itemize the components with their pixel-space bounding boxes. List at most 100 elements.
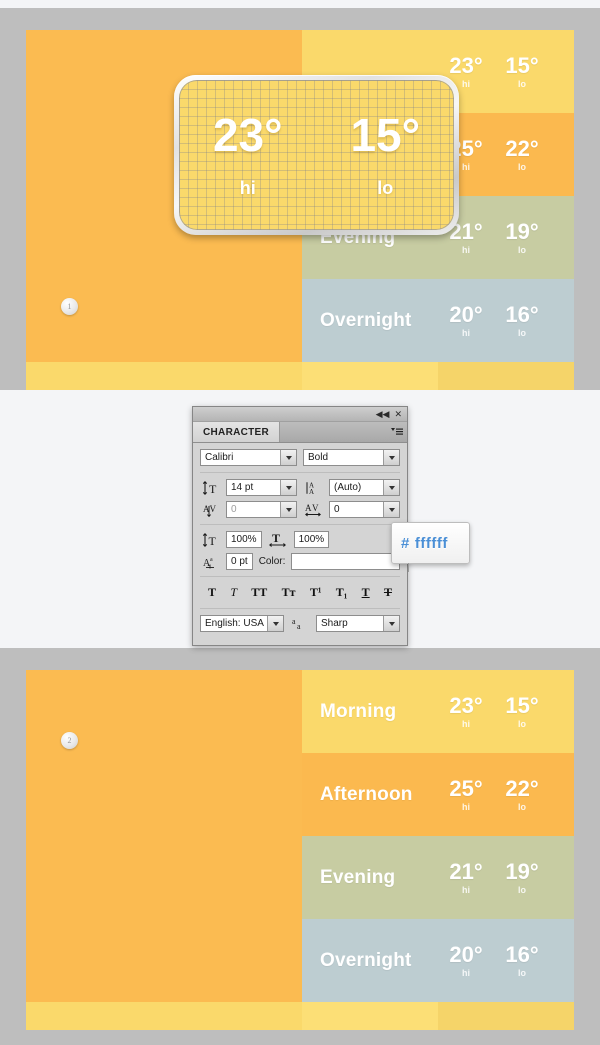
svg-text:T: T [272, 533, 280, 545]
hi-temp-value: 21° [449, 858, 483, 884]
character-panel: ◀◀ ✕ CHARACTER Calibri Bold T 14 pt A A … [192, 406, 408, 646]
anti-alias-value: Sharp [321, 618, 348, 629]
leading-select[interactable]: (Auto) [329, 479, 400, 496]
lo-temp-key: lo [518, 719, 526, 730]
svg-text:A: A [305, 503, 312, 513]
lo-temp-key: lo [518, 802, 526, 813]
row-label: Overnight [320, 949, 412, 971]
anti-alias-icon: a a [290, 617, 310, 631]
selection-grid-fill: 23° hi 15° lo [179, 80, 454, 230]
collapse-icon[interactable]: ◀◀ [376, 409, 390, 419]
table-row[interactable]: Afternoon 25° hi 22° lo [302, 753, 574, 836]
band-segment-middle [302, 362, 438, 390]
svg-text:a: a [297, 622, 301, 631]
anti-alias-select[interactable]: Sharp [316, 615, 400, 632]
mockup-2-left-panel: 2 [26, 670, 302, 1002]
hi-temp-cell: 23° hi [438, 694, 494, 729]
tracking-value: 0 [334, 504, 340, 515]
chevron-down-icon[interactable] [280, 480, 296, 495]
font-size-select[interactable]: 14 pt [226, 479, 297, 496]
underline-button[interactable]: T [360, 585, 372, 599]
hex-color-popup[interactable]: # ffffff [391, 522, 470, 572]
faux-italic-button[interactable]: T [228, 585, 239, 599]
row-label: Evening [320, 866, 396, 888]
tab-character[interactable]: CHARACTER [193, 422, 281, 442]
chevron-down-icon[interactable] [383, 480, 399, 495]
superscript-button[interactable]: T¹ [308, 585, 324, 599]
selection-lo-cell: 15° lo [317, 112, 455, 199]
type-style-row: T T TT Tᴛ T¹ T₁ T T [200, 583, 400, 602]
selection-lo-value: 15° [350, 108, 421, 161]
lo-temp-value: 19° [505, 858, 539, 884]
lo-temp-value: 19° [505, 218, 539, 244]
vertical-scale-input[interactable]: 100% [226, 531, 262, 548]
lo-temp-key: lo [518, 968, 526, 979]
horizontal-scale-icon: T [268, 533, 288, 547]
hi-temp-value: 23° [449, 692, 483, 718]
step-badge-2: 2 [61, 732, 78, 749]
band-segment-middle [302, 1002, 438, 1030]
lo-temp-key: lo [518, 328, 526, 339]
all-caps-button[interactable]: TT [249, 585, 269, 599]
panel-title-bar: ◀◀ ✕ [193, 407, 407, 422]
hi-temp-key: hi [462, 802, 470, 813]
font-style-value: Bold [308, 452, 329, 463]
font-style-select[interactable]: Bold [303, 449, 400, 466]
chevron-down-icon[interactable] [383, 450, 399, 465]
color-swatch[interactable] [291, 553, 400, 570]
lo-temp-cell: 16° lo [494, 943, 550, 978]
chevron-down-icon[interactable] [267, 616, 283, 631]
lo-temp-value: 22° [505, 135, 539, 161]
selection-rectangle[interactable]: 23° hi 15° lo [174, 75, 459, 235]
lo-temp-cell: 15° lo [494, 694, 550, 729]
weather-mockup-1: 1 Morning 23° hi 15° lo Afternoon 25° hi [26, 30, 574, 390]
tab-character-label: CHARACTER [203, 426, 270, 438]
chevron-down-icon[interactable] [383, 616, 399, 631]
hi-temp-key: hi [462, 885, 470, 896]
vertical-scale-value: 100% [231, 534, 257, 545]
chevron-down-icon[interactable] [383, 502, 399, 517]
language-select[interactable]: English: USA [200, 615, 284, 632]
kerning-select[interactable]: 0 [226, 501, 297, 518]
band-segment-left [26, 1002, 302, 1030]
hi-temp-value: 25° [449, 775, 483, 801]
table-row[interactable]: Overnight 20° hi 16° lo [302, 919, 574, 1002]
mockup-2-cutoff-band [26, 1002, 574, 1030]
chevron-down-icon[interactable] [280, 450, 296, 465]
subscript-button[interactable]: T₁ [334, 585, 350, 599]
chevron-down-icon[interactable] [280, 502, 296, 517]
lo-temp-cell: 16° lo [494, 303, 550, 338]
tracking-icon: A V [303, 503, 323, 517]
kerning-tracking-line: A V 0 A V 0 [200, 501, 400, 518]
table-row[interactable]: Overnight 20° hi 16° lo [302, 279, 574, 362]
panel-tab-row: CHARACTER [193, 422, 407, 443]
close-icon[interactable]: ✕ [394, 409, 402, 419]
table-row[interactable]: Evening 21° hi 19° lo [302, 836, 574, 919]
row-label: Overnight [320, 309, 412, 331]
mockup-2-rows: Morning 23° hi 15° lo Afternoon 25° hi 2… [302, 670, 574, 1002]
hi-temp-value: 23° [449, 52, 483, 78]
hi-temp-key: hi [462, 245, 470, 256]
lo-temp-cell: 19° lo [494, 220, 550, 255]
baseline-shift-input[interactable]: 0 pt [226, 553, 253, 570]
svg-text:a: a [210, 557, 213, 563]
lo-temp-key: lo [518, 885, 526, 896]
baseline-shift-value: 0 pt [231, 556, 248, 567]
panel-menu-icon[interactable] [387, 422, 407, 442]
horizontal-scale-input[interactable]: 100% [293, 531, 330, 548]
scale-line: T 100% T 100% [200, 531, 400, 548]
language-antialias-section: English: USA a a Sharp [200, 608, 400, 638]
table-row[interactable]: Morning 23° hi 15° lo [302, 670, 574, 753]
step-badge-1: 1 [61, 298, 78, 315]
size-leading-line: T 14 pt A A (Auto) [200, 479, 400, 496]
font-family-select[interactable]: Calibri [200, 449, 297, 466]
svg-text:a: a [292, 617, 296, 626]
font-family-value: Calibri [205, 452, 234, 463]
hi-temp-key: hi [462, 719, 470, 730]
tracking-select[interactable]: 0 [329, 501, 400, 518]
strikethrough-button[interactable]: T [382, 585, 394, 599]
lo-temp-cell: 22° lo [494, 777, 550, 812]
faux-bold-button[interactable]: T [206, 585, 218, 599]
small-caps-button[interactable]: Tᴛ [280, 585, 298, 599]
hi-temp-cell: 20° hi [438, 303, 494, 338]
